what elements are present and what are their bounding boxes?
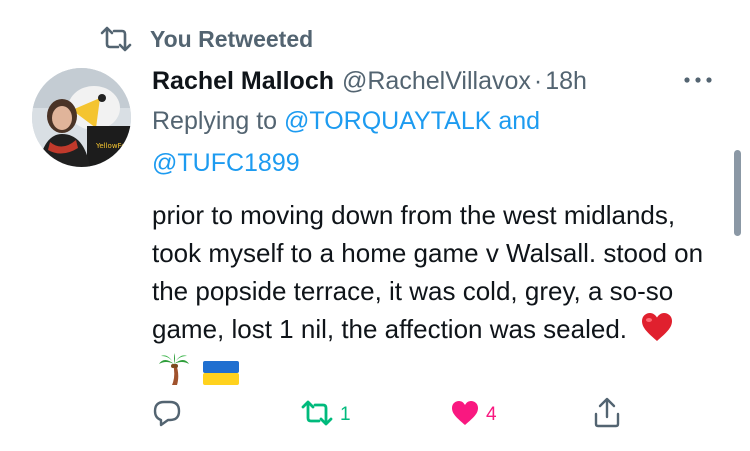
retweet-header: You Retweeted [96,22,313,56]
tweet-meta: Rachel Malloch @RachelVillavox · 18h [152,62,587,100]
author-display-name[interactable]: Rachel Malloch [152,67,334,96]
mention-link[interactable]: @TORQUAYTALK [284,107,491,135]
replying-prefix: Replying to [152,107,278,135]
reply-icon [152,398,182,433]
avatar-badge-text: YellowFest [95,142,131,150]
author-handle[interactable]: @RachelVillavox [342,67,531,96]
share-icon [592,397,622,434]
tweet-actions: 1 4 [152,396,652,434]
red-heart-emoji [640,312,674,352]
avatar[interactable]: YellowFest [32,68,131,167]
scrollbar[interactable] [734,150,741,236]
ukraine-flag-emoji [203,358,240,396]
mention-link[interactable]: @TUFC1899 [152,149,300,177]
reply-button[interactable] [152,396,182,434]
like-count: 4 [486,404,497,425]
retweet-button[interactable]: 1 [300,396,351,434]
palm-tree-emoji [158,352,190,396]
tweet-text: prior to moving down from the west midla… [152,200,704,344]
tweet-body: prior to moving down from the west midla… [152,196,712,396]
heart-icon [450,399,480,432]
share-button[interactable] [592,396,622,434]
more-options-icon[interactable] [678,66,718,94]
tweet-timestamp[interactable]: 18h [545,67,587,96]
retweet-icon [300,400,334,431]
meta-separator: · [533,66,543,95]
retweet-icon [96,24,136,54]
tweet-card[interactable]: You Retweeted YellowFest Rachel Malloch … [0,0,750,451]
replying-to: Replying to @TORQUAYTALK and @TUFC1899 [152,100,672,184]
retweet-count: 1 [340,404,351,425]
retweet-header-label: You Retweeted [150,25,314,52]
replying-conjunction[interactable]: and [498,107,540,135]
like-button[interactable]: 4 [450,396,497,434]
